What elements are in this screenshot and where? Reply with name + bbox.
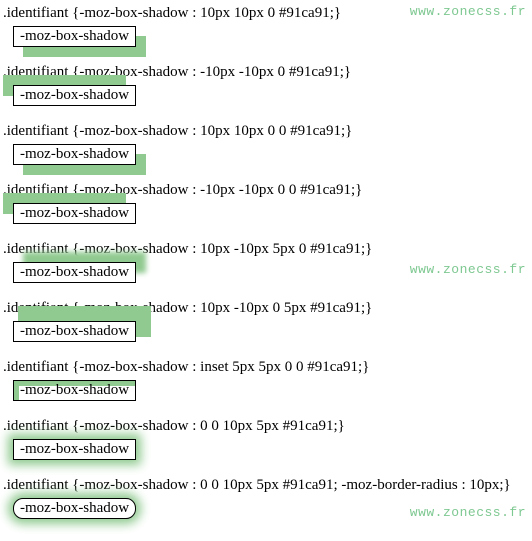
watermark-bottom: www.zonecss.fr — [410, 505, 526, 520]
example-6: .identifiant {-moz-box-shadow : inset 5p… — [3, 359, 529, 401]
css-code: .identifiant {-moz-box-shadow : 0 0 10px… — [3, 477, 529, 494]
example-5: .identifiant {-moz-box-shadow : 10px -10… — [3, 300, 529, 342]
demo-box: -moz-box-shadow — [13, 439, 136, 460]
example-0: .identifiant {-moz-box-shadow : 10px 10p… — [3, 5, 529, 47]
demo-box: -moz-box-shadow — [13, 262, 136, 283]
demo-box: -moz-box-shadow — [13, 380, 136, 401]
demo-box: -moz-box-shadow — [13, 144, 136, 165]
css-code: .identifiant {-moz-box-shadow : inset 5p… — [3, 359, 529, 376]
example-3: .identifiant {-moz-box-shadow : -10px -1… — [3, 182, 529, 224]
css-code: .identifiant {-moz-box-shadow : -10px -1… — [3, 64, 529, 81]
demo-box: -moz-box-shadow — [13, 498, 136, 519]
demo-box: -moz-box-shadow — [13, 203, 136, 224]
css-code: .identifiant {-moz-box-shadow : -10px -1… — [3, 182, 529, 199]
css-code: .identifiant {-moz-box-shadow : 10px 10p… — [3, 123, 529, 140]
css-code: .identifiant {-moz-box-shadow : 10px 10p… — [3, 5, 529, 22]
demo-box: -moz-box-shadow — [13, 26, 136, 47]
css-code: .identifiant {-moz-box-shadow : 10px -10… — [3, 300, 529, 317]
example-1: .identifiant {-moz-box-shadow : -10px -1… — [3, 64, 529, 106]
example-2: .identifiant {-moz-box-shadow : 10px 10p… — [3, 123, 529, 165]
demo-box: -moz-box-shadow — [13, 85, 136, 106]
css-code: .identifiant {-moz-box-shadow : 0 0 10px… — [3, 418, 529, 435]
demo-box: -moz-box-shadow — [13, 321, 136, 342]
example-7: .identifiant {-moz-box-shadow : 0 0 10px… — [3, 418, 529, 460]
css-code: .identifiant {-moz-box-shadow : 10px -10… — [3, 241, 529, 258]
example-4: .identifiant {-moz-box-shadow : 10px -10… — [3, 241, 529, 283]
